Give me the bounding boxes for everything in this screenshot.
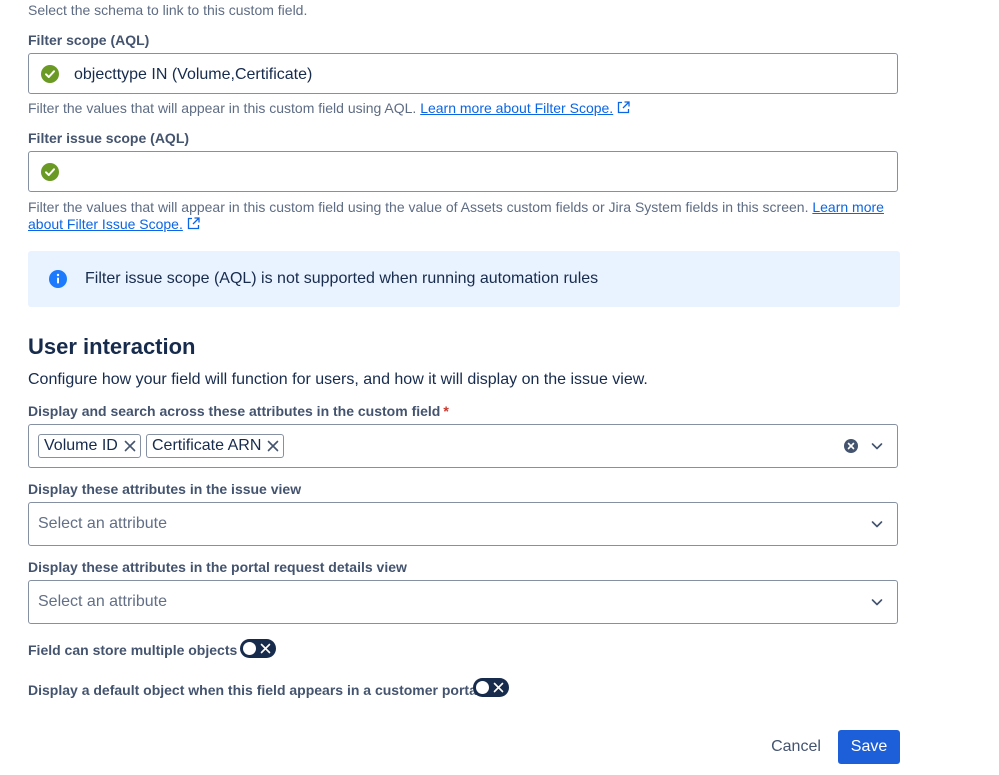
multiple-objects-label: Field can store multiple objects bbox=[28, 642, 238, 658]
chevron-down-icon[interactable] bbox=[870, 439, 884, 453]
filter-issue-scope-learn-more-line1: Learn more bbox=[812, 199, 884, 215]
portal-view-label: Display these attributes in the portal r… bbox=[28, 559, 407, 575]
multiple-objects-toggle[interactable] bbox=[240, 639, 276, 658]
portal-view-placeholder: Select an attribute bbox=[38, 593, 167, 610]
filter-scope-value: objecttype IN (Volume,Certificate) bbox=[74, 66, 313, 83]
required-indicator: * bbox=[443, 403, 449, 419]
custom-field-config-page: Select the schema to link to this custom… bbox=[0, 0, 999, 775]
display-search-label-text: Display and search across these attribut… bbox=[28, 403, 441, 419]
remove-tag-icon[interactable] bbox=[124, 440, 136, 452]
filter-scope-learn-more-link[interactable]: Learn more about Filter Scope. bbox=[420, 100, 613, 116]
cancel-button[interactable]: Cancel bbox=[760, 730, 832, 764]
filter-issue-scope-input[interactable] bbox=[28, 151, 898, 192]
display-search-label: Display and search across these attribut… bbox=[28, 403, 449, 420]
attribute-tag: Volume ID bbox=[38, 434, 141, 458]
chevron-down-icon[interactable] bbox=[870, 595, 884, 609]
toggle-knob bbox=[243, 642, 256, 655]
attribute-tag-label: Certificate ARN bbox=[152, 437, 262, 454]
valid-check-icon bbox=[41, 65, 59, 83]
portal-view-attributes-select[interactable]: Select an attribute bbox=[28, 580, 898, 624]
issue-view-label: Display these attributes in the issue vi… bbox=[28, 481, 302, 497]
remove-tag-icon[interactable] bbox=[267, 440, 279, 452]
section-title: User interaction bbox=[28, 334, 196, 359]
external-link-icon bbox=[187, 217, 200, 230]
filter-scope-helper-text: Filter the values that will appear in th… bbox=[28, 100, 417, 116]
filter-issue-scope-label: Filter issue scope (AQL) bbox=[28, 130, 190, 146]
default-object-label: Display a default object when this field… bbox=[28, 682, 481, 698]
filter-scope-helper: Filter the values that will appear in th… bbox=[28, 100, 630, 117]
filter-scope-input[interactable]: objecttype IN (Volume,Certificate) bbox=[28, 53, 898, 94]
filter-scope-label: Filter scope (AQL) bbox=[28, 32, 150, 48]
filter-issue-scope-learn-more-line2: about Filter Issue Scope. bbox=[28, 216, 183, 232]
filter-issue-scope-helper: Filter the values that will appear in th… bbox=[28, 199, 898, 233]
issue-view-attributes-select[interactable]: Select an attribute bbox=[28, 502, 898, 546]
toggle-off-icon bbox=[493, 682, 504, 693]
attribute-tag: Certificate ARN bbox=[146, 434, 285, 458]
external-link-icon bbox=[618, 101, 630, 114]
info-banner-text: Filter issue scope (AQL) is not supporte… bbox=[85, 270, 599, 287]
schema-helper-text: Select the schema to link to this custom… bbox=[28, 2, 308, 18]
save-button[interactable]: Save bbox=[838, 730, 900, 764]
attribute-tag-label: Volume ID bbox=[44, 437, 118, 454]
display-search-attributes-select[interactable]: Volume ID Certificate ARN bbox=[28, 424, 898, 468]
filter-scope-learn-more-text: Learn more about Filter Scope. bbox=[420, 100, 614, 116]
toggle-off-icon bbox=[260, 643, 271, 654]
chevron-down-icon[interactable] bbox=[870, 517, 884, 531]
info-banner: Filter issue scope (AQL) is not supporte… bbox=[28, 251, 900, 307]
info-icon bbox=[49, 270, 67, 288]
filter-issue-scope-helper-text: Filter the values that will appear in th… bbox=[28, 199, 809, 215]
default-object-toggle[interactable] bbox=[473, 678, 509, 697]
toggle-knob bbox=[476, 681, 489, 694]
valid-check-icon bbox=[41, 163, 59, 181]
section-description: Configure how your field will function f… bbox=[28, 371, 648, 388]
clear-selection-icon[interactable] bbox=[844, 439, 858, 453]
issue-view-placeholder: Select an attribute bbox=[38, 515, 167, 532]
